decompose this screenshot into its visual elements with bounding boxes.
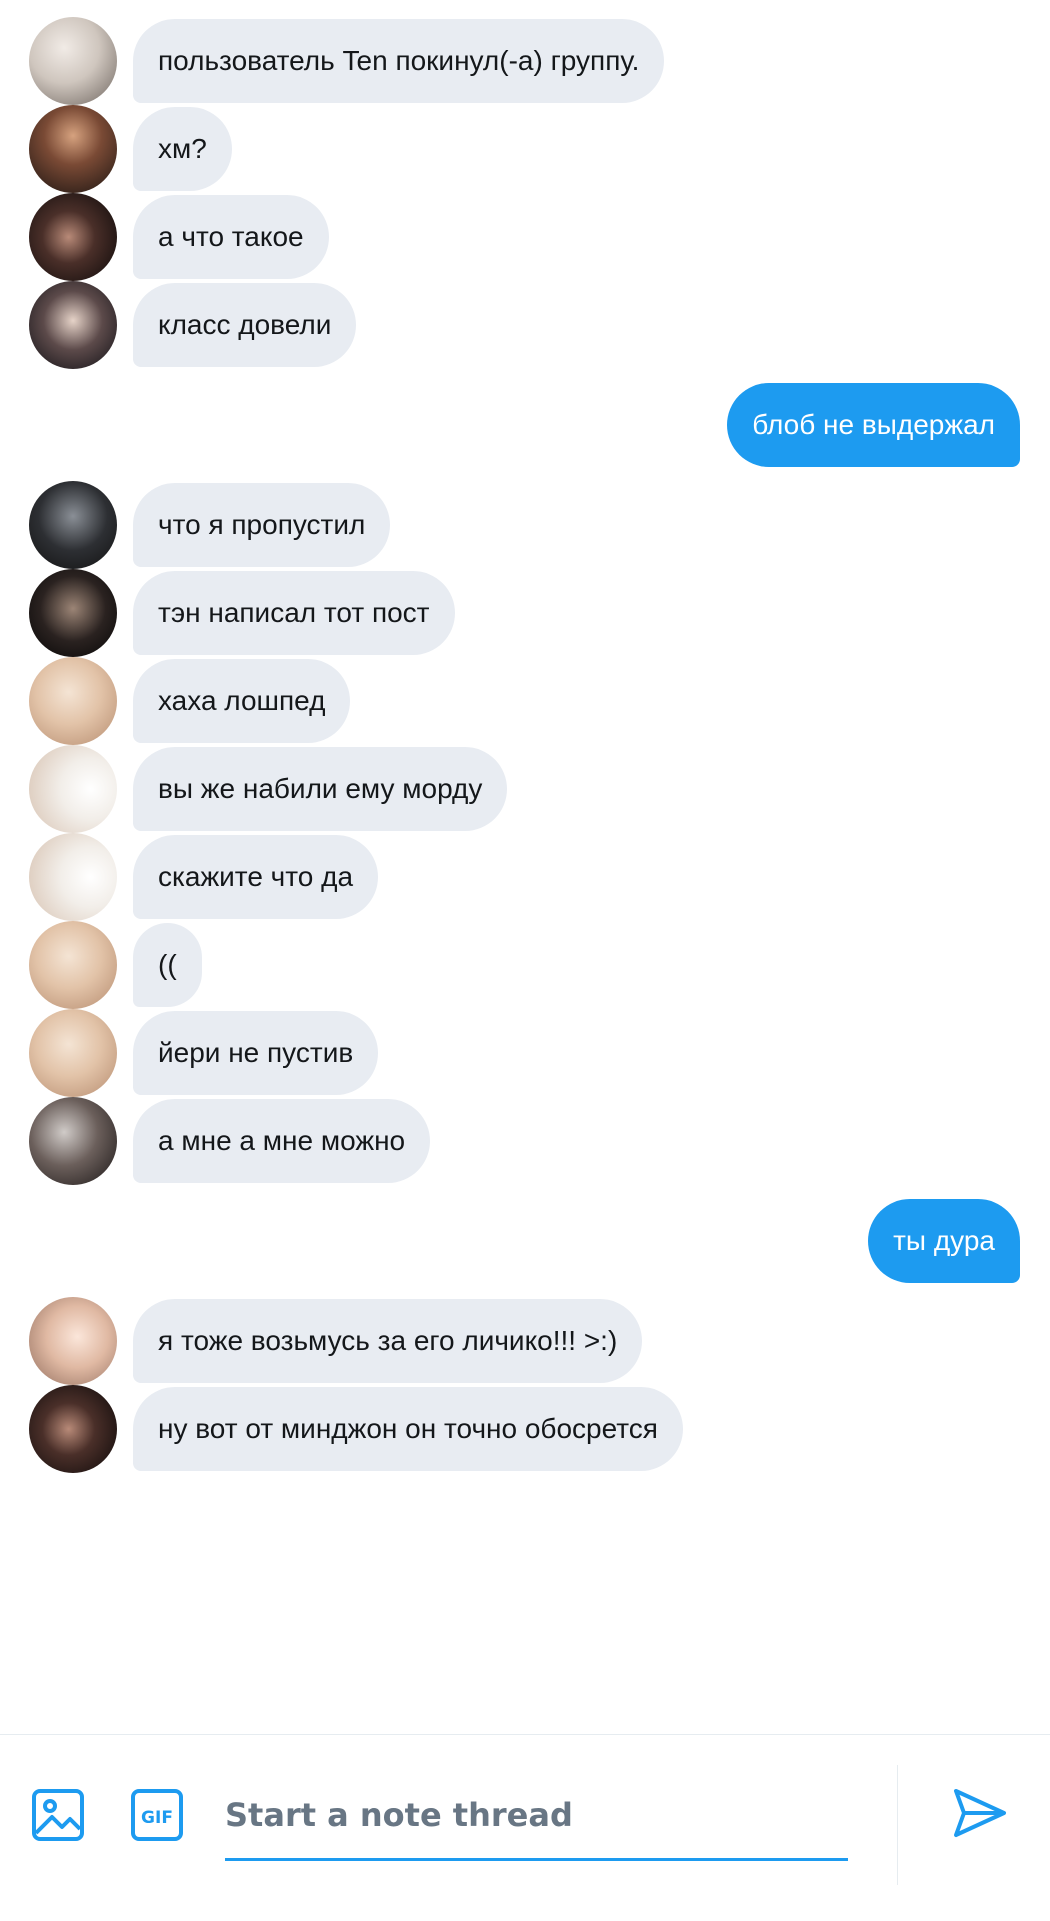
- avatar[interactable]: [29, 745, 117, 833]
- incoming-message[interactable]: скажите что да: [0, 833, 1050, 921]
- message-bubble-text: йери не пустив: [133, 1011, 379, 1095]
- message-list[interactable]: пользователь Ten покинул(-а) группу. хм? а…: [0, 0, 1050, 1735]
- avatar[interactable]: [29, 833, 117, 921]
- incoming-message[interactable]: а что такое: [0, 193, 1050, 281]
- message-bubble-text: тэн написал тот пост: [133, 571, 455, 655]
- incoming-message[interactable]: хаха лошпед: [0, 657, 1050, 745]
- note-thread-input[interactable]: [225, 1771, 848, 1861]
- avatar[interactable]: [29, 193, 117, 281]
- incoming-message[interactable]: а мне а мне можно: [0, 1097, 1050, 1185]
- message-bubble-text: хм?: [133, 107, 232, 191]
- avatar[interactable]: [29, 1385, 117, 1473]
- message-bubble-text: вы же набили ему морду: [133, 747, 508, 831]
- message-bubble-text: а мне а мне можно: [133, 1099, 431, 1183]
- message-bubble-text: я тоже возьмусь за его личико!!! >:): [133, 1299, 643, 1383]
- avatar[interactable]: [29, 569, 117, 657]
- send-icon[interactable]: [950, 1783, 1010, 1843]
- image-icon[interactable]: [28, 1785, 88, 1845]
- avatar[interactable]: [29, 281, 117, 369]
- message-bubble-text: ну вот от минджон он точно обосрется: [133, 1387, 683, 1471]
- gif-label: GIF: [141, 1808, 173, 1828]
- message-bubble-text: а что такое: [133, 195, 329, 279]
- message-bubble-text: класс довели: [133, 283, 357, 367]
- avatar[interactable]: [29, 17, 117, 105]
- incoming-message[interactable]: класс довели: [0, 281, 1050, 369]
- incoming-message[interactable]: хм?: [0, 105, 1050, 193]
- avatar[interactable]: [29, 105, 117, 193]
- message-bubble-text: что я пропустил: [133, 483, 391, 567]
- incoming-message[interactable]: ну вот от минджон он точно обосрется: [0, 1385, 1050, 1473]
- message-bubble-text: ты дура: [868, 1199, 1020, 1283]
- composer-divider: [897, 1765, 898, 1885]
- avatar[interactable]: [29, 1297, 117, 1385]
- incoming-message[interactable]: что я пропустил: [0, 481, 1050, 569]
- incoming-message[interactable]: йери не пустив: [0, 1009, 1050, 1097]
- avatar[interactable]: [29, 1009, 117, 1097]
- incoming-message[interactable]: вы же набили ему морду: [0, 745, 1050, 833]
- outgoing-message[interactable]: блоб не выдержал: [0, 383, 1050, 467]
- message-bubble-text: скажите что да: [133, 835, 379, 919]
- incoming-message[interactable]: тэн написал тот пост: [0, 569, 1050, 657]
- message-bubble-text: блоб не выдержал: [727, 383, 1020, 467]
- message-bubble-text: хаха лошпед: [133, 659, 351, 743]
- incoming-message[interactable]: пользователь Ten покинул(-а) группу.: [0, 17, 1050, 105]
- message-bubble-text: ((: [133, 923, 202, 1007]
- incoming-message[interactable]: ((: [0, 921, 1050, 1009]
- outgoing-message[interactable]: ты дура: [0, 1199, 1050, 1283]
- gif-icon[interactable]: GIF: [127, 1785, 187, 1845]
- message-bubble-text: пользователь Ten покинул(-а) группу.: [133, 19, 665, 103]
- avatar[interactable]: [29, 921, 117, 1009]
- avatar[interactable]: [29, 481, 117, 569]
- composer-bar: GIF: [0, 1734, 1050, 1921]
- avatar[interactable]: [29, 1097, 117, 1185]
- incoming-message[interactable]: я тоже возьмусь за его личико!!! >:): [0, 1297, 1050, 1385]
- avatar[interactable]: [29, 657, 117, 745]
